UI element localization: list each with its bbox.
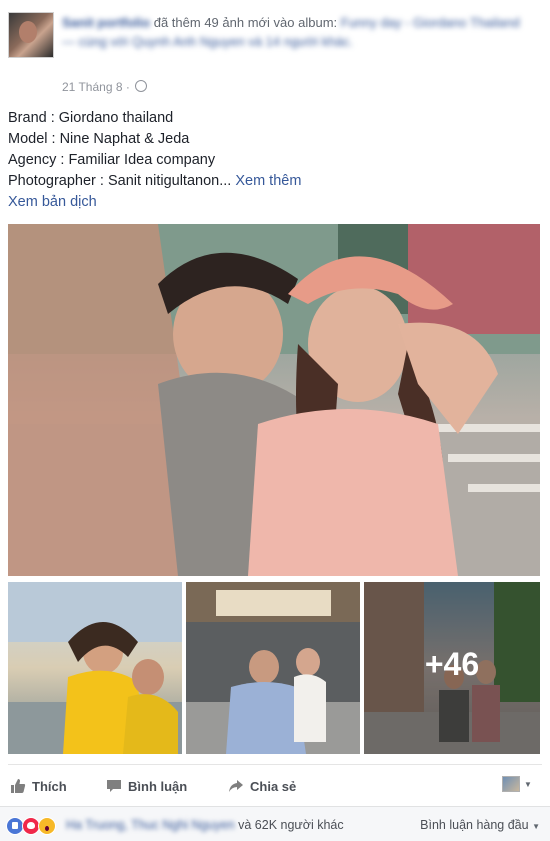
see-translation-link[interactable]: Xem bản dịch	[8, 192, 538, 213]
reaction-names: Ha Truong, Thuc Nghi Nguyen	[66, 818, 235, 832]
author-name-link[interactable]: Sanit portfolio	[62, 15, 150, 30]
divider	[8, 764, 542, 765]
chevron-down-icon: ▼	[524, 779, 532, 789]
tagged-others-link[interactable]: và 14 người khác.	[248, 34, 353, 49]
tagged-user-link[interactable]: Quynh Anh Nguyen	[132, 34, 245, 49]
post-as-selector[interactable]: ▼	[502, 776, 532, 792]
comment-button[interactable]: Bình luận	[106, 778, 187, 794]
like-label: Thích	[32, 778, 67, 794]
post-line: Brand : Giordano thailand	[8, 110, 174, 126]
reaction-summary[interactable]: Ha Truong, Thuc Nghi Nguyen và 62K người…	[66, 818, 344, 832]
facebook-post: Sanit portfolio đã thêm 49 ảnh mới vào a…	[0, 0, 550, 841]
action-text: đã thêm 49 ảnh mới vào album:	[153, 15, 338, 30]
post-timestamp[interactable]: 21 Tháng 8	[62, 80, 123, 94]
thumbs-up-icon	[11, 779, 26, 793]
comment-icon	[107, 780, 121, 792]
see-more-link[interactable]: Xem thêm	[235, 173, 301, 189]
reactions-bar: Ha Truong, Thuc Nghi Nguyen và 62K người…	[0, 806, 550, 841]
action-bar: Thích Bình luận Chia sẻ ▼	[8, 770, 542, 800]
like-button[interactable]: Thích	[10, 778, 67, 794]
share-label: Chia sẻ	[250, 778, 297, 794]
chevron-down-icon: ▼	[532, 822, 540, 831]
share-icon	[229, 780, 243, 792]
reaction-others: và 62K người khác	[238, 818, 344, 832]
photo-thumbnail[interactable]	[186, 582, 360, 754]
post-header: Sanit portfolio đã thêm 49 ảnh mới vào a…	[62, 13, 532, 51]
main-photo-art	[8, 224, 540, 576]
post-meta: 21 Tháng 8 ·	[62, 80, 148, 94]
wow-reaction-icon	[38, 817, 56, 835]
more-photos-count: +46	[424, 646, 480, 682]
post-line-last: Photographer : Sanit nitigultanon... Xem…	[8, 171, 538, 192]
post-line: Agency : Familiar Idea company	[8, 152, 216, 168]
comment-label: Bình luận	[128, 778, 188, 794]
page-avatar-icon	[502, 776, 520, 792]
meta-separator: ·	[125, 80, 130, 94]
post-line: Model : Nine Naphat & Jeda	[8, 131, 190, 147]
photographer-line: Photographer : Sanit nitigultanon...	[8, 173, 232, 189]
comment-sort-dropdown[interactable]: Bình luận hàng đầu ▼	[420, 818, 540, 832]
comment-sort-label: Bình luận hàng đầu	[420, 818, 529, 832]
author-avatar[interactable]	[8, 12, 54, 58]
with-text: — cùng với	[62, 34, 129, 49]
main-photo[interactable]	[8, 224, 540, 576]
photo-thumbnail-more[interactable]: +46	[364, 582, 540, 754]
thumbnail-art	[186, 582, 360, 754]
thumbnail-art	[8, 582, 182, 754]
post-text: Brand : Giordano thailand Model : Nine N…	[8, 108, 538, 213]
reaction-icons[interactable]	[6, 817, 56, 835]
album-link[interactable]: Funny day - Giordano Thailand	[341, 15, 520, 30]
photo-thumbnail[interactable]	[8, 582, 182, 754]
globe-icon	[135, 80, 148, 92]
share-button[interactable]: Chia sẻ	[228, 778, 296, 794]
